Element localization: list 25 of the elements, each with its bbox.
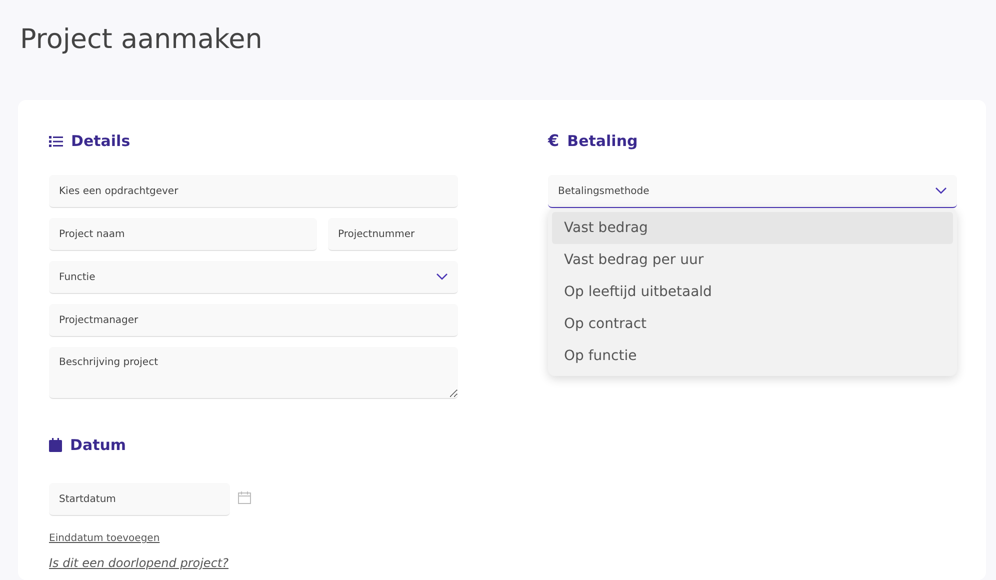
list-icon	[49, 136, 63, 146]
calendar-icon	[49, 438, 62, 452]
page-title: Project aanmaken	[19, 23, 264, 57]
link[interactable]: Einddatum toevoegen	[49, 533, 160, 544]
select-field[interactable]: Betalingsmethode	[548, 175, 957, 208]
dropdown-option[interactable]: Op leeftijd uitbetaald	[552, 276, 953, 308]
section-heading: Datum	[70, 434, 126, 456]
date-field[interactable]: Startdatum	[49, 483, 230, 516]
input-field[interactable]: Projectmanager	[49, 304, 458, 337]
dropdown-option[interactable]: Op contract	[552, 308, 953, 340]
textarea-field[interactable]: Beschrijving project	[49, 347, 458, 399]
chevron-down-icon	[436, 273, 448, 281]
input-field[interactable]: Project naam	[49, 218, 317, 251]
dropdown-option[interactable]: Vast bedrag per uur	[552, 244, 953, 276]
dropdown-option[interactable]: Vast bedrag	[552, 212, 953, 244]
link[interactable]: Is dit een doorlopend project?	[49, 556, 228, 570]
input-field[interactable]: Projectnummer	[328, 218, 458, 251]
section-heading: Details	[71, 130, 130, 152]
chevron-down-icon	[935, 187, 947, 195]
calendar-icon[interactable]	[238, 491, 251, 504]
select-field[interactable]: Kies een opdrachtgever	[49, 175, 458, 208]
dropdown-option[interactable]: Op functie	[552, 340, 953, 372]
select-field[interactable]: Functie	[49, 261, 458, 294]
euro-icon: €	[548, 133, 560, 149]
section-heading: Betaling	[567, 130, 638, 152]
